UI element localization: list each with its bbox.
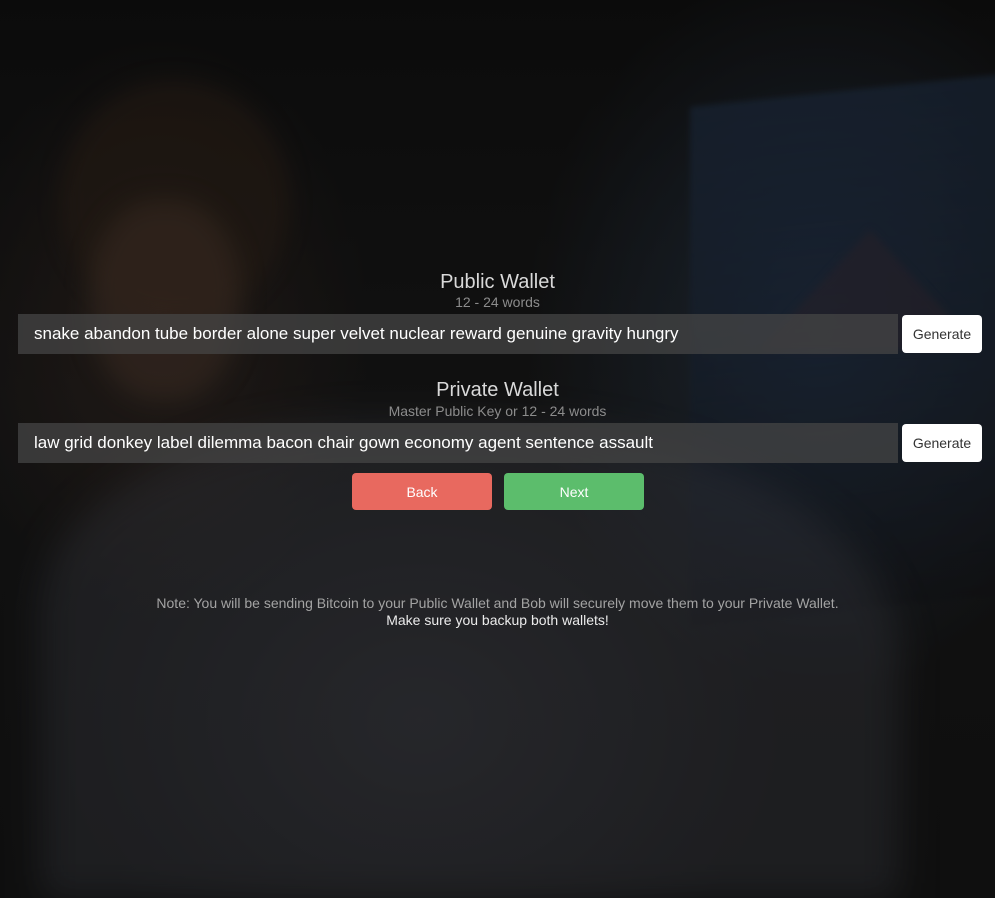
note-text: Note: You will be sending Bitcoin to you… [156, 595, 839, 611]
public-wallet-title: Public Wallet [440, 271, 555, 293]
next-button[interactable]: Next [504, 473, 644, 510]
private-wallet-input[interactable] [18, 423, 898, 463]
back-button[interactable]: Back [352, 473, 492, 510]
wallet-setup-form: Public Wallet 12 - 24 words Generate Pri… [0, 0, 995, 898]
backup-warning-text: Make sure you backup both wallets! [386, 612, 609, 628]
public-wallet-input[interactable] [18, 314, 898, 354]
private-wallet-subtitle: Master Public Key or 12 - 24 words [388, 403, 607, 419]
private-wallet-title: Private Wallet [436, 379, 559, 401]
public-wallet-generate-button[interactable]: Generate [902, 315, 982, 353]
public-wallet-subtitle: 12 - 24 words [455, 294, 540, 310]
private-wallet-generate-button[interactable]: Generate [902, 424, 982, 462]
